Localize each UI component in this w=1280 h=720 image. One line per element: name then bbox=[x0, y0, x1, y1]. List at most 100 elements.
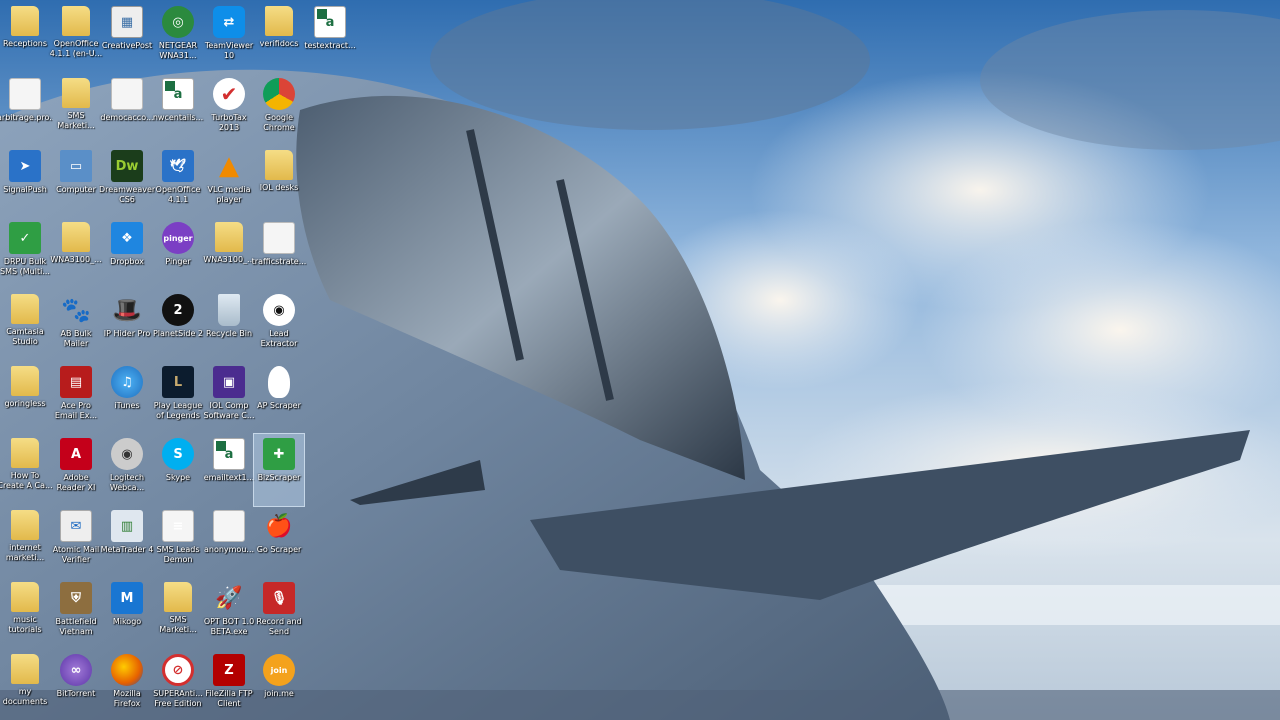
desktop-icon-openoffice-4-1-1[interactable]: 🕊 OpenOffice 4.1.1 bbox=[153, 146, 203, 218]
desktop-icon-planetside-2[interactable]: 2 PlanetSide 2 bbox=[153, 290, 203, 362]
desktop-icon-label: BitTorrent bbox=[56, 689, 96, 698]
desktop-icon-label: DRPU Bulk SMS (Multi... bbox=[0, 257, 50, 276]
excel-icon: a bbox=[213, 438, 245, 470]
desktop-icon-how-to-create-a-ca[interactable]: How To Create A Ca... bbox=[0, 434, 53, 506]
desktop-icon-ip-hider-pro[interactable]: 🎩 IP Hider Pro bbox=[102, 290, 152, 362]
desktop-icon-creativepost[interactable]: ▦ CreativePost bbox=[102, 2, 152, 74]
lightbulb-icon bbox=[268, 366, 290, 398]
desktop-icon-camtasia-studio[interactable]: Camtasia Studio bbox=[0, 290, 50, 362]
desktop-icon-verifidocs[interactable]: verifidocs bbox=[254, 2, 304, 74]
chrome-icon bbox=[263, 78, 295, 110]
pinger-icon: pinger bbox=[162, 222, 194, 254]
desktop-icon-skype[interactable]: S Skype bbox=[153, 434, 203, 506]
ps2-icon: 2 bbox=[162, 294, 194, 326]
desktop-icon-ace-pro-email-ex[interactable]: ▤ Ace Pro Email Ex... bbox=[51, 362, 101, 434]
desktop-icon-lead-extractor[interactable]: ◉ Lead Extractor bbox=[254, 290, 304, 362]
folder-icon bbox=[11, 654, 39, 684]
desktop-icon-bizscraper[interactable]: ✚ BizScraper bbox=[253, 433, 305, 507]
icon-glyph-text: ✔ bbox=[220, 82, 238, 106]
excel-icon: a bbox=[162, 78, 194, 110]
desktop-icon-recycle-bin[interactable]: Recycle Bin bbox=[204, 290, 254, 362]
icon-glyph-text: a bbox=[224, 446, 234, 462]
desktop-icon-my-documents[interactable]: my documents bbox=[0, 650, 50, 720]
desktop-icon-google-chrome[interactable]: Google Chrome bbox=[254, 74, 304, 146]
desktop-icon-signalpush[interactable]: ➤ SignalPush bbox=[0, 146, 50, 218]
desktop-icon-openoffice-4-1-1-en-u[interactable]: OpenOffice 4.1.1 (en-U... bbox=[50, 2, 102, 74]
desktop-icon-filezilla-ftp-client[interactable]: Z FileZilla FTP Client bbox=[204, 650, 254, 720]
desktop-icon-opt-bot-1-0-beta-exe[interactable]: 🚀 OPT BOT 1.0 BETA.exe bbox=[204, 578, 254, 650]
desktop[interactable]: Receptions arbitrage.pro... ➤ SignalPush ✓ DR… bbox=[0, 0, 1280, 720]
icon-glyph-text: ✚ bbox=[273, 446, 285, 462]
icon-glyph-text: ♫ bbox=[121, 374, 133, 390]
purple-icon: ▣ bbox=[213, 366, 245, 398]
desktop-icon-bittorrent[interactable]: ∞ BitTorrent bbox=[51, 650, 101, 720]
desktop-icon-superanti-free-edition[interactable]: ⊘ SUPERAnti... Free Edition bbox=[153, 650, 203, 720]
desktop-icon-record-and-send[interactable]: 🎙 Record and Send bbox=[254, 578, 304, 650]
desktop-icon-label: SMS Marketi... bbox=[159, 615, 197, 634]
desktop-icon-arbitrage-pro[interactable]: arbitrage.pro... bbox=[0, 74, 53, 146]
apple-icon: 🍎 bbox=[263, 510, 295, 542]
desktop-icon-testextract[interactable]: a testextract... bbox=[304, 2, 356, 74]
skype-icon: S bbox=[162, 438, 194, 470]
desktop-icon-itunes[interactable]: ♫ iTunes bbox=[102, 362, 152, 434]
desktop-icon-label: emailtext1... bbox=[203, 473, 255, 482]
desktop-icon-iol-comp-software-c[interactable]: ▣ IOL Comp Software C... bbox=[203, 362, 255, 434]
desktop-icon-democacco[interactable]: democacco... bbox=[100, 74, 154, 146]
icon-glyph-text: 🕊 bbox=[169, 158, 187, 174]
icon-glyph-text: ▲ bbox=[219, 151, 239, 181]
desktop-icon-sms-marketi[interactable]: SMS Marketi... bbox=[153, 578, 203, 650]
desktop-icon-vlc-media-player[interactable]: ▲ VLC media player bbox=[204, 146, 254, 218]
desktop-icon-ap-scraper[interactable]: AP Scraper bbox=[254, 362, 304, 434]
desktop-icon-computer[interactable]: ▭ Computer bbox=[51, 146, 101, 218]
desktop-icon-sms-leads-demon[interactable]: ≡ SMS Leads Demon bbox=[153, 506, 203, 578]
desktop-icon-label: How To Create A Ca... bbox=[0, 471, 53, 490]
desktop-icon-nwcentails[interactable]: a nwcentails... bbox=[153, 74, 203, 146]
desktop-icon-teamviewer-10[interactable]: ⇄ TeamViewer 10 bbox=[204, 2, 254, 74]
desktop-icon-goringless[interactable]: goringless bbox=[0, 362, 50, 434]
desktop-icon-internet-marketi[interactable]: internet marketi... bbox=[0, 506, 50, 578]
desktop-icon-dreamweaver-cs6[interactable]: Dw Dreamweaver CS6 bbox=[99, 146, 155, 218]
desktop-icon-play-league-of-legends[interactable]: L Play League of Legends bbox=[153, 362, 203, 434]
desktop-icon-mikogo[interactable]: M Mikogo bbox=[102, 578, 152, 650]
desktop-icon-label: Camtasia Studio bbox=[6, 327, 44, 346]
desktop-icon-trafficstrate[interactable]: trafficstrate... bbox=[252, 218, 306, 290]
desktop-icon-label: iTunes bbox=[114, 401, 140, 410]
desktop-icon-adobe-reader-xi[interactable]: A Adobe Reader XI bbox=[51, 434, 101, 506]
desktop-icon-label: IP Hider Pro bbox=[103, 329, 151, 338]
desktop-icon-battlefield-vietnam[interactable]: ⛨ Battlefield Vietnam bbox=[51, 578, 101, 650]
desktop-icon-music-tutorials[interactable]: music tutorials bbox=[0, 578, 50, 650]
blue-icon: 🕊 bbox=[162, 150, 194, 182]
desktop-icon-pinger[interactable]: pinger Pinger bbox=[153, 218, 203, 290]
desktop-icon-drpu-bulk-sms-multi[interactable]: ✓ DRPU Bulk SMS (Multi... bbox=[0, 218, 50, 290]
desktop-icon-netgear-wna31[interactable]: ◎ NETGEAR WNA31... bbox=[153, 2, 203, 74]
desktop-icon-wna3100[interactable]: WNA3100_... bbox=[203, 218, 255, 290]
desktop-icon-label: NETGEAR WNA31... bbox=[158, 41, 198, 60]
desktop-icon-metatrader-4[interactable]: ▥ MetaTrader 4 bbox=[101, 506, 153, 578]
rocket-icon: 🚀 bbox=[213, 582, 245, 614]
icon-glyph-text: ▦ bbox=[120, 14, 134, 30]
desktop-icon-label: internet marketi... bbox=[5, 543, 45, 562]
desktop-icon-wna3100[interactable]: WNA3100_... bbox=[50, 218, 102, 290]
desktop-icon-go-scraper[interactable]: 🍎 Go Scraper bbox=[254, 506, 304, 578]
desktop-icon-mozilla-firefox[interactable]: Mozilla Firefox bbox=[102, 650, 152, 720]
desktop-icon-anonymou[interactable]: anonymou... bbox=[204, 506, 254, 578]
desktop-icon-turbotax-2013[interactable]: ✔ TurboTax 2013 bbox=[204, 74, 254, 146]
desktop-icon-ab-bulk-mailer[interactable]: 🐾 AB Bulk Mailer bbox=[51, 290, 101, 362]
desktop-icon-sms-marketi[interactable]: SMS Marketi... bbox=[51, 74, 101, 146]
desktop-icon-label: AP Scraper bbox=[257, 401, 301, 410]
desktop-icon-label: FileZilla FTP Client bbox=[205, 689, 253, 708]
folder-icon bbox=[62, 6, 90, 36]
folder-icon bbox=[11, 366, 39, 396]
desktop-icon-dropbox[interactable]: ❖ Dropbox bbox=[102, 218, 152, 290]
desktop-icon-atomic-mail-verifier[interactable]: ✉ Atomic Mail Verifier bbox=[51, 506, 101, 578]
desktop-icon-join-me[interactable]: join join.me bbox=[254, 650, 304, 720]
desktop-icon-emailtext1[interactable]: a emailtext1... bbox=[204, 434, 254, 506]
green-icon: ✓ bbox=[9, 222, 41, 254]
desktop-icon-label: Go Scraper bbox=[256, 545, 302, 554]
icon-glyph-text: 🐾 bbox=[61, 296, 91, 324]
desktop-icon-logitech-webca[interactable]: ◉ Logitech Webca... bbox=[102, 434, 152, 506]
desktop-icon-receptions[interactable]: Receptions bbox=[0, 2, 50, 74]
desktop-icon-iol-desks[interactable]: IOL desks bbox=[254, 146, 304, 218]
icon-glyph-text: ▣ bbox=[222, 374, 236, 390]
paw-icon: 🐾 bbox=[60, 294, 92, 326]
